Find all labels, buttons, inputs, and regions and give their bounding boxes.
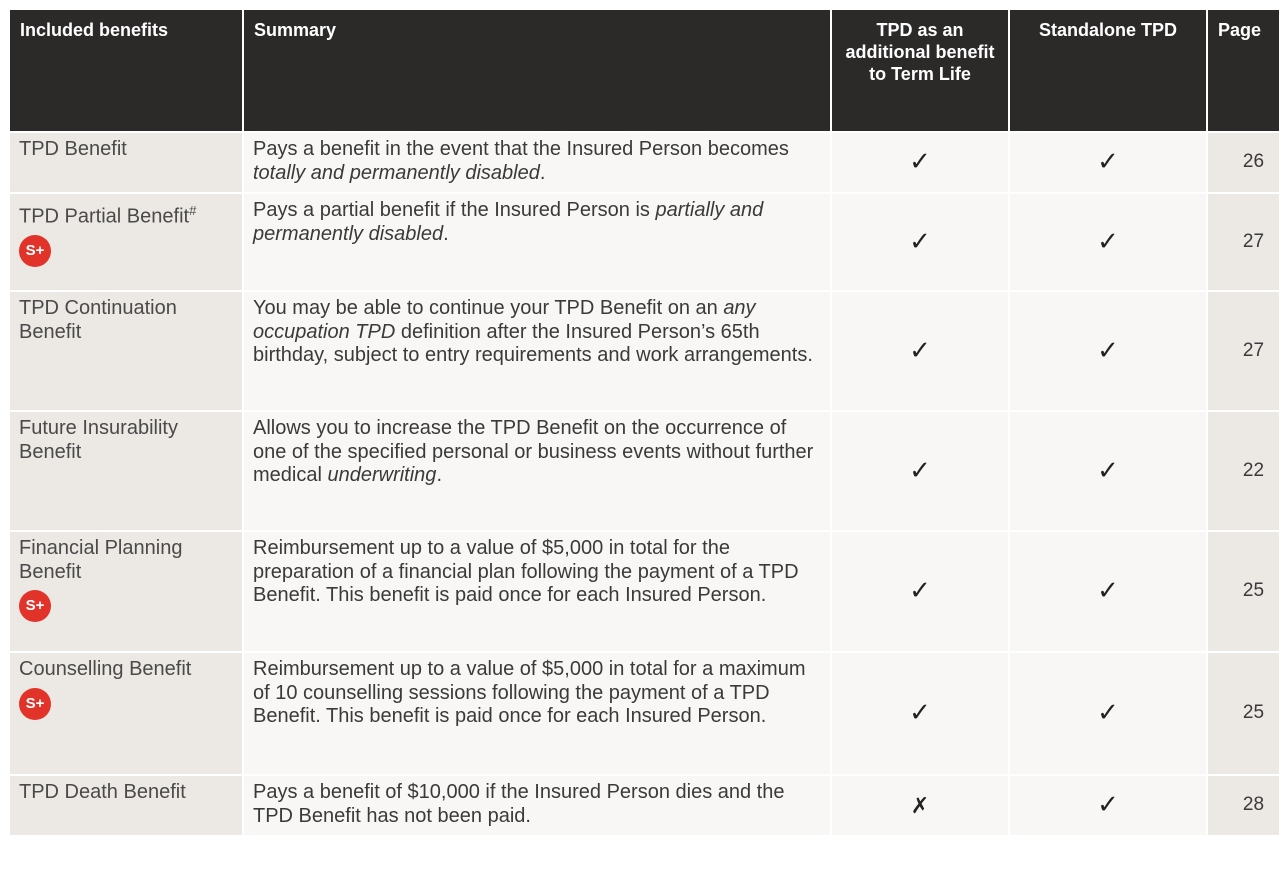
- benefit-summary: Reimbursement up to a value of $5,000 in…: [243, 651, 832, 775]
- summary-text: Reimbursement up to a value of $5,000 in…: [253, 537, 799, 606]
- check-icon: ✓: [1097, 455, 1119, 486]
- standalone-cell: ✓: [1009, 131, 1208, 193]
- benefit-name: Counselling Benefit S+: [10, 651, 244, 775]
- table-row: Future Insurability Benefit Allows you t…: [10, 410, 1279, 531]
- page-number: 25: [1207, 530, 1279, 652]
- check-icon: ✓: [1097, 335, 1119, 366]
- benefit-name: TPD Continuation Benefit: [10, 290, 244, 411]
- check-icon: ✓: [1097, 790, 1119, 821]
- benefit-label: Financial Planning Benefit: [19, 537, 183, 583]
- benefit-summary: Reimbursement up to a value of $5,000 in…: [243, 530, 832, 652]
- header-standalone-tpd: Standalone TPD: [1009, 10, 1208, 132]
- tpd-additional-cell: ✗: [831, 774, 1010, 835]
- check-icon: ✓: [909, 455, 931, 486]
- benefit-summary: You may be able to continue your TPD Ben…: [243, 290, 832, 411]
- benefit-label: Counselling Benefit: [19, 658, 192, 680]
- benefit-summary: Pays a benefit of $10,000 if the Insured…: [243, 774, 832, 835]
- table-row: TPD Continuation Benefit You may be able…: [10, 290, 1279, 411]
- table-row: Counselling Benefit S+ Reimbursement up t…: [10, 651, 1279, 775]
- check-icon: ✓: [909, 698, 931, 729]
- summary-text: Pays a partial benefit if the Insured Pe…: [253, 199, 656, 221]
- page-number: 22: [1207, 410, 1279, 531]
- table-row: Financial Planning Benefit S+ Reimburseme…: [10, 530, 1279, 652]
- summary-emphasis: totally and permanently disabled: [253, 161, 540, 184]
- standalone-cell: ✓: [1009, 651, 1208, 775]
- table-header-row: Included benefits Summary TPD as an addi…: [10, 10, 1279, 132]
- header-page: Page: [1207, 10, 1279, 132]
- footnote-marker: #: [189, 203, 197, 218]
- page-number: 27: [1207, 192, 1279, 291]
- check-icon: ✓: [1097, 226, 1119, 257]
- s-plus-badge-icon: S+: [19, 687, 51, 720]
- summary-text: You may be able to continue your TPD Ben…: [253, 297, 724, 319]
- benefits-table-container: Included benefits Summary TPD as an addi…: [10, 10, 1279, 873]
- benefit-summary: Pays a benefit in the event that the Ins…: [243, 131, 832, 193]
- tpd-additional-cell: ✓: [831, 410, 1010, 531]
- benefit-label: Future Insurability Benefit: [19, 417, 178, 463]
- summary-text-end: .: [436, 464, 442, 486]
- page-number: 26: [1207, 131, 1279, 193]
- tpd-additional-cell: ✓: [831, 131, 1010, 193]
- table-row: TPD Partial Benefit# S+ Pays a partial be…: [10, 192, 1279, 291]
- header-tpd-additional: TPD as an additional benefit to Term Lif…: [831, 10, 1010, 132]
- standalone-cell: ✓: [1009, 774, 1208, 835]
- benefit-name: TPD Benefit: [10, 131, 244, 193]
- check-icon: ✓: [1097, 576, 1119, 607]
- tpd-additional-cell: ✓: [831, 651, 1010, 775]
- standalone-cell: ✓: [1009, 530, 1208, 652]
- standalone-cell: ✓: [1009, 192, 1208, 291]
- benefit-summary: Pays a partial benefit if the Insured Pe…: [243, 192, 832, 291]
- table-row: TPD Benefit Pays a benefit in the event …: [10, 131, 1279, 193]
- benefit-name: TPD Partial Benefit# S+: [10, 192, 244, 291]
- check-icon: ✓: [909, 576, 931, 607]
- summary-emphasis: underwriting: [327, 464, 437, 486]
- tpd-additional-cell: ✓: [831, 290, 1010, 411]
- summary-text: Reimbursement up to a value of $5,000 in…: [253, 658, 806, 727]
- standalone-cell: ✓: [1009, 290, 1208, 411]
- benefit-name: TPD Death Benefit: [10, 774, 244, 835]
- benefit-label: TPD Death Benefit: [19, 781, 186, 803]
- summary-text-end: .: [539, 161, 546, 184]
- benefit-label: TPD Benefit: [19, 138, 127, 160]
- benefit-name: Financial Planning Benefit S+: [10, 530, 244, 652]
- check-icon: ✓: [909, 335, 931, 366]
- benefit-label: TPD Partial Benefit: [19, 205, 190, 228]
- s-plus-badge-icon: S+: [19, 590, 51, 622]
- benefit-summary: Allows you to increase the TPD Benefit o…: [243, 410, 832, 531]
- check-icon: ✓: [909, 147, 931, 178]
- s-plus-badge-icon: S+: [19, 235, 51, 268]
- page-number: 28: [1207, 774, 1279, 835]
- check-icon: ✓: [1097, 698, 1119, 729]
- summary-text-end: .: [443, 222, 449, 245]
- table-row: TPD Death Benefit Pays a benefit of $10,…: [10, 774, 1279, 835]
- benefit-label: TPD Continuation Benefit: [19, 297, 177, 343]
- header-summary: Summary: [243, 10, 832, 132]
- summary-text: Pays a benefit in the event that the Ins…: [253, 138, 789, 160]
- summary-text: Pays a benefit of $10,000 if the Insured…: [253, 781, 785, 827]
- header-included-benefits: Included benefits: [10, 10, 244, 132]
- tpd-additional-cell: ✓: [831, 192, 1010, 291]
- check-icon: ✓: [1097, 147, 1119, 178]
- check-icon: ✓: [909, 226, 931, 257]
- page-number: 25: [1207, 651, 1279, 775]
- benefits-table: Included benefits Summary TPD as an addi…: [10, 10, 1279, 835]
- tpd-additional-cell: ✓: [831, 530, 1010, 652]
- standalone-cell: ✓: [1009, 410, 1208, 531]
- cross-icon: ✗: [910, 793, 930, 819]
- page-number: 27: [1207, 290, 1279, 411]
- benefit-name: Future Insurability Benefit: [10, 410, 244, 531]
